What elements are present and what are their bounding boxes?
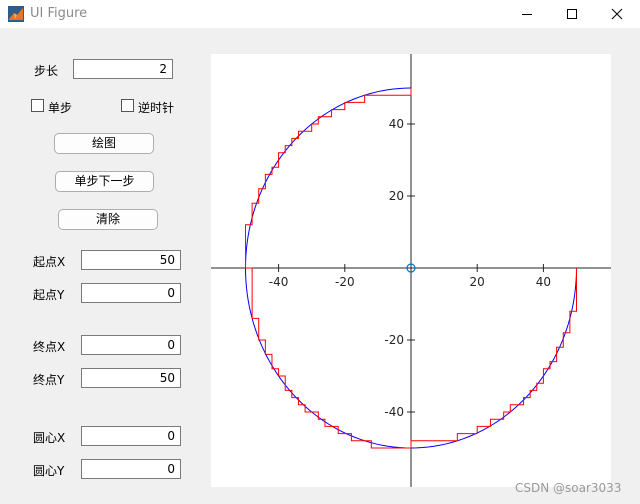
center-x-label: 圆心X: [33, 431, 66, 445]
counterclockwise-label: 逆时针: [138, 101, 175, 115]
end-x-label: 终点X: [33, 340, 66, 354]
start-y-label: 起点Y: [33, 288, 65, 302]
plot-svg: -40 -20 20 40 40 20 -20 -40: [211, 54, 611, 487]
x-tick-label: -40: [269, 275, 289, 289]
minimize-button[interactable]: [504, 0, 550, 28]
single-step-label: 单步: [48, 101, 73, 115]
center-y-input[interactable]: 0: [81, 459, 181, 479]
y-tick-label: -40: [384, 405, 404, 419]
close-icon: [611, 8, 623, 20]
x-tick-label: 20: [470, 275, 485, 289]
end-x-input[interactable]: 0: [81, 335, 181, 355]
x-tick-label: 40: [536, 275, 551, 289]
start-y-input[interactable]: 0: [81, 283, 181, 303]
watermark: CSDN @soar3033: [515, 481, 622, 495]
x-tick-label: -20: [335, 275, 355, 289]
single-step-checkbox[interactable]: [31, 99, 44, 112]
maximize-button[interactable]: [549, 0, 595, 28]
start-x-input[interactable]: 50: [81, 250, 181, 270]
title-bar: UI Figure: [0, 0, 640, 28]
center-x-input[interactable]: 0: [81, 426, 181, 446]
start-x-label: 起点X: [33, 255, 66, 269]
step-input[interactable]: 2: [73, 59, 173, 79]
plot-button[interactable]: 绘图: [54, 133, 154, 154]
next-step-button[interactable]: 单步下一步: [55, 171, 154, 192]
counterclockwise-checkbox[interactable]: [121, 99, 134, 112]
matlab-icon: [8, 6, 24, 22]
y-tick-label: 20: [389, 189, 404, 203]
step-label: 步长: [34, 64, 59, 78]
close-button[interactable]: [594, 0, 640, 28]
clear-button[interactable]: 清除: [58, 209, 158, 230]
y-tick-label: 40: [389, 117, 404, 131]
center-y-label: 圆心Y: [33, 464, 65, 478]
y-tick-label: -20: [384, 333, 404, 347]
end-y-input[interactable]: 50: [81, 368, 181, 388]
window-title: UI Figure: [30, 6, 88, 21]
plot-axes[interactable]: -40 -20 20 40 40 20 -20 -40: [211, 54, 611, 487]
minimize-icon: [522, 14, 532, 15]
maximize-icon: [567, 9, 577, 19]
end-y-label: 终点Y: [33, 373, 65, 387]
